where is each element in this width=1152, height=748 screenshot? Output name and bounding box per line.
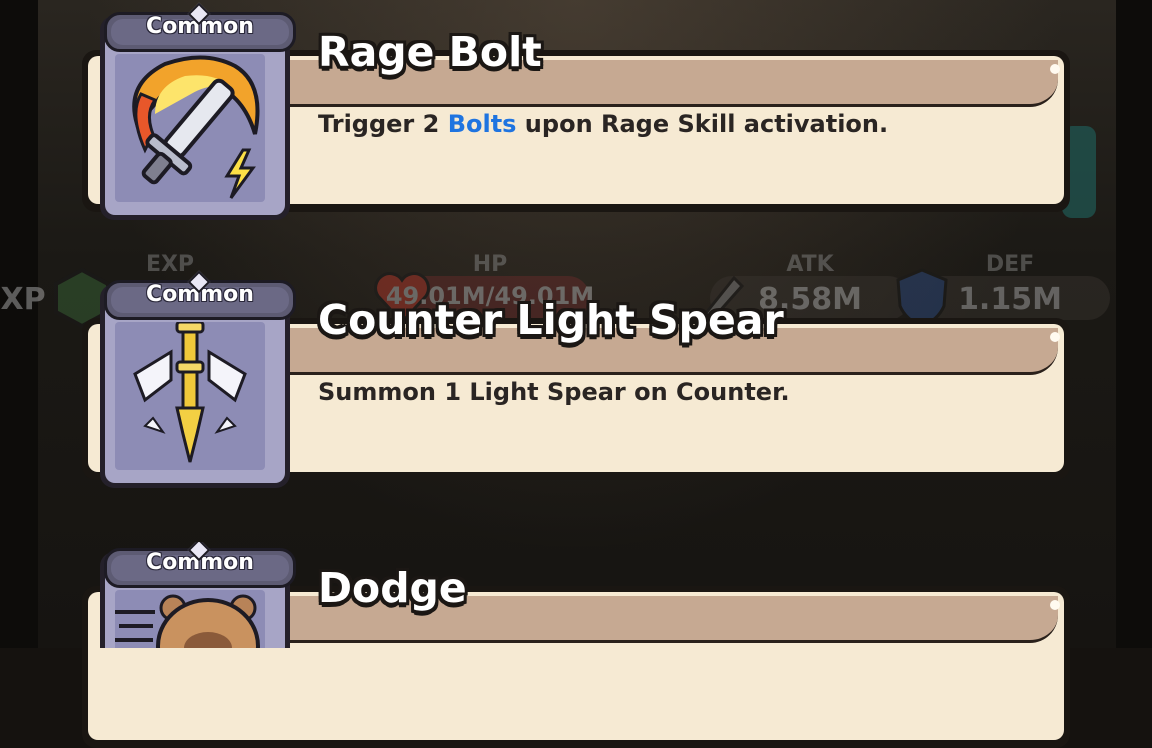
desc-text: Trigger 2 <box>318 110 448 138</box>
card-corner-dot <box>1050 600 1060 610</box>
capybara-dash-icon <box>115 594 260 648</box>
card-corner-dot <box>1050 332 1060 342</box>
left-border <box>0 0 38 648</box>
desc-keyword: Bolts <box>447 110 517 138</box>
card-title: Counter Light Spear <box>318 296 784 344</box>
skill-icon-rage-bolt: Common <box>82 2 322 236</box>
light-spear-arrows-icon <box>133 322 247 463</box>
card-description: Trigger 2 Bolts upon Rage Skill activati… <box>318 110 888 138</box>
desc-text: Summon 1 Light Spear on Counter. <box>318 378 790 406</box>
card-corner-dot <box>1050 64 1060 74</box>
card-title: Dodge <box>318 564 467 612</box>
card-title: Rage Bolt <box>318 28 542 76</box>
flaming-sword-lightning-icon <box>132 55 260 199</box>
card-description: Summon 1 Light Spear on Counter. <box>318 378 790 406</box>
skill-icon-dodge: Common <box>82 542 322 648</box>
desc-text-end: upon Rage Skill activation. <box>516 110 889 138</box>
skill-icon-counter-light-spear: Common <box>82 270 322 504</box>
